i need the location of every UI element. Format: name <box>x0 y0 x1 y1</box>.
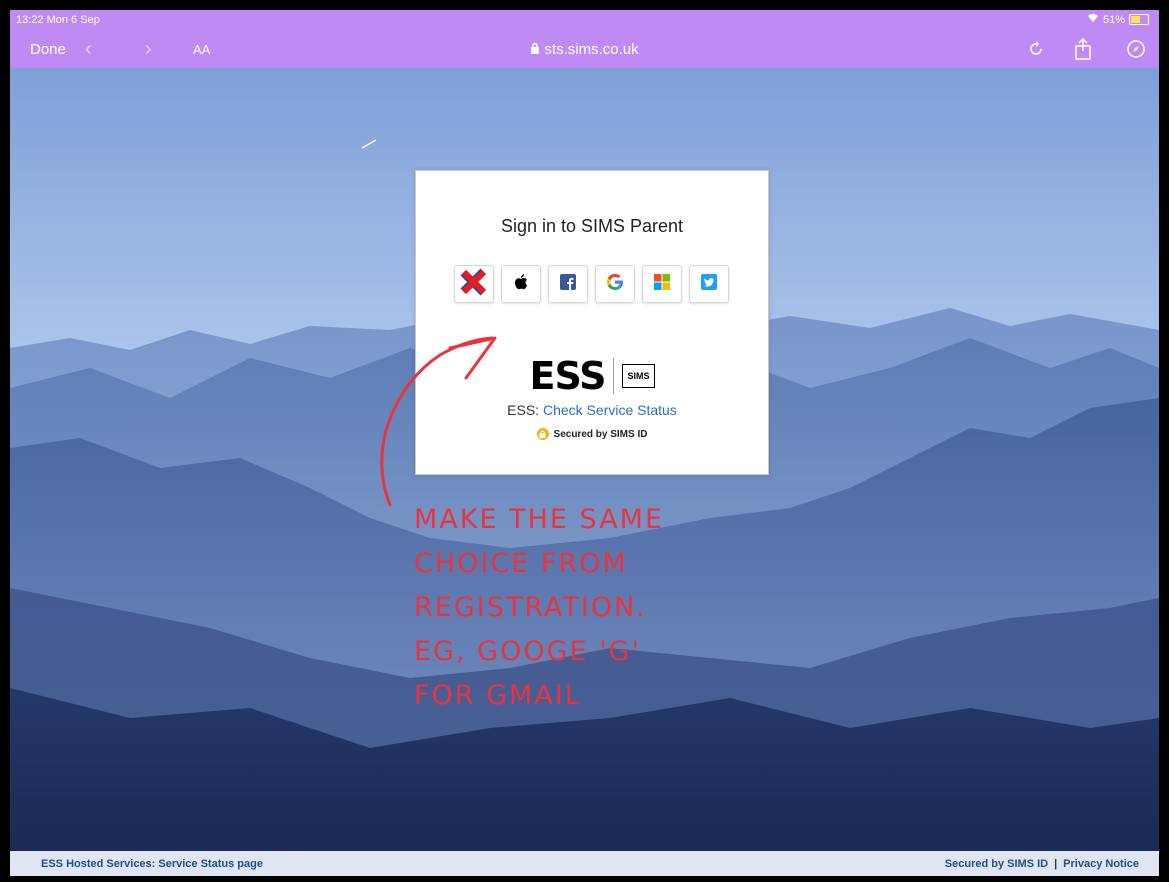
handwritten-note: Make the same choice from Registration. … <box>414 498 664 718</box>
note-line-2: choice from <box>414 548 628 579</box>
annotation-arrow <box>361 139 497 507</box>
note-line-1: Make the same <box>414 504 665 535</box>
page-footer: ESS Hosted Services: Service Status page… <box>10 851 1159 876</box>
secured-by-sims-id-link[interactable]: Secured by SIMS ID <box>945 858 1048 870</box>
footer-right-links: Secured by SIMS ID | Privacy Notice <box>945 858 1139 870</box>
note-line-4: Eg, Googe 'G' <box>414 636 641 667</box>
footer-divider: | <box>1054 858 1058 870</box>
ipad-screen: 13:22 Mon 6 Sep 51% Done ‹ › AA sts.sims… <box>10 10 1159 876</box>
privacy-notice-link[interactable]: Privacy Notice <box>1063 858 1139 870</box>
note-line-5: for Gmail <box>414 680 582 711</box>
note-line-3: Registration. <box>414 592 647 623</box>
service-status-page-link[interactable]: ESS Hosted Services: Service Status page <box>41 858 263 870</box>
